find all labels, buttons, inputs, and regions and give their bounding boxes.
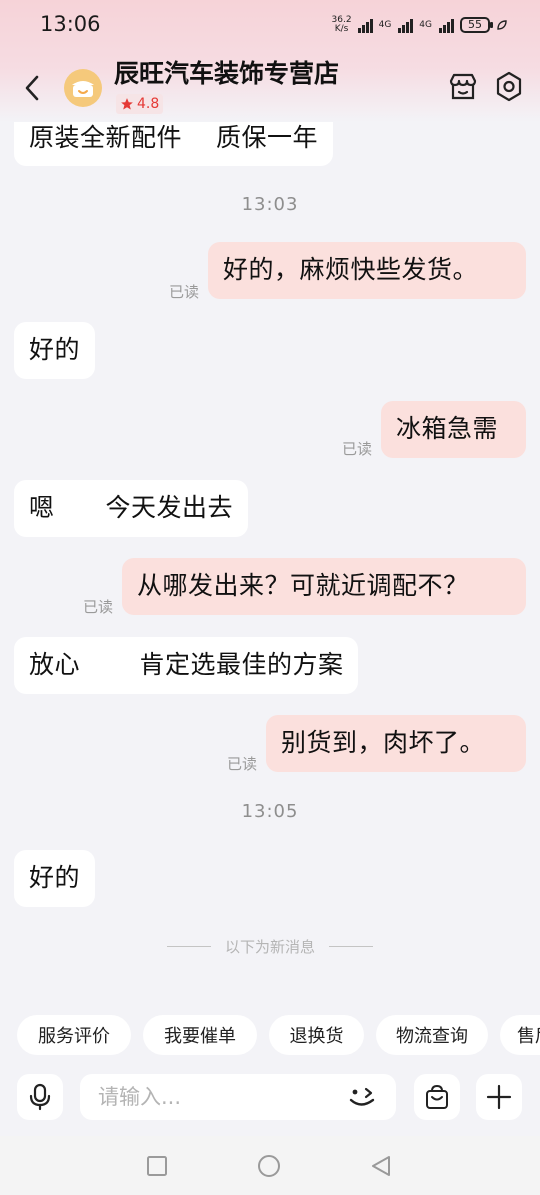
message-timestamp: 13:05	[241, 801, 299, 822]
read-receipt: 已读	[342, 440, 373, 458]
message-incoming[interactable]: 放心 肯定选最佳的方案	[14, 637, 359, 694]
chat-header: 13:06 36.2 K/s 4G 4G 55 辰旺汽车装饰专营店 4.8	[0, 0, 540, 122]
store-avatar[interactable]	[64, 69, 102, 107]
message-outgoing[interactable]: 冰箱急需	[381, 401, 526, 458]
divider-line	[166, 945, 211, 947]
status-time: 13:06	[40, 12, 101, 36]
message-incoming[interactable]: 好的	[14, 322, 96, 379]
settings-icon[interactable]	[493, 70, 525, 104]
wifi-signal-icon	[357, 17, 373, 33]
quick-action-service-review[interactable]: 服务评价	[17, 1015, 131, 1055]
shop-logo-icon	[72, 81, 94, 97]
plus-icon	[486, 1084, 512, 1110]
message-incoming[interactable]: 嗯 今天发出去	[14, 480, 249, 537]
home-icon[interactable]	[257, 1154, 281, 1178]
net-speed: 36.2 K/s	[331, 15, 352, 34]
system-nav-bar	[0, 1136, 540, 1195]
store-rating: 4.8	[116, 94, 164, 114]
message-outgoing[interactable]: 从哪发出来？可就近调配不？	[122, 558, 526, 615]
store-icon[interactable]	[446, 70, 480, 104]
message-timestamp: 13:03	[241, 194, 299, 215]
star-icon	[121, 98, 133, 110]
quick-action-logistics[interactable]: 物流查询	[376, 1015, 488, 1055]
cell-signal-icon	[398, 17, 414, 33]
network-type-2: 4G	[419, 20, 432, 30]
read-receipt: 已读	[227, 755, 258, 773]
leaf-icon	[497, 20, 507, 30]
recent-apps-icon[interactable]	[146, 1155, 168, 1177]
microphone-icon	[29, 1083, 51, 1111]
message-outgoing[interactable]: 好的，麻烦快些发货。	[208, 242, 526, 299]
new-messages-divider: 以下为新消息	[0, 936, 540, 956]
read-receipt: 已读	[169, 283, 200, 301]
network-type-1: 4G	[378, 20, 392, 30]
status-indicators: 36.2 K/s 4G 4G 55	[332, 14, 508, 36]
quick-action-urge-order[interactable]: 我要催单	[143, 1015, 257, 1055]
emoji-icon[interactable]	[346, 1083, 380, 1111]
order-button[interactable]	[414, 1074, 460, 1120]
store-name[interactable]: 辰旺汽车装饰专营店	[114, 54, 339, 90]
rating-value: 4.8	[137, 96, 160, 112]
battery-icon: 55	[460, 17, 493, 33]
voice-button[interactable]	[17, 1074, 63, 1120]
more-button[interactable]	[476, 1074, 522, 1120]
back-nav-icon[interactable]	[370, 1154, 392, 1178]
message-outgoing[interactable]: 别货到，肉坏了。	[266, 715, 526, 772]
quick-action-return-exchange[interactable]: 退换货	[269, 1015, 364, 1055]
divider-line	[329, 945, 373, 947]
shopping-bag-icon	[426, 1084, 448, 1109]
cell-signal-icon-2	[439, 17, 454, 33]
message-incoming[interactable]: 好的	[14, 850, 96, 907]
new-messages-label: 以下为新消息	[224, 937, 315, 956]
quick-action-after-sales[interactable]: 售后	[500, 1015, 540, 1055]
back-arrow-icon[interactable]	[20, 70, 48, 106]
read-receipt: 已读	[83, 598, 114, 616]
